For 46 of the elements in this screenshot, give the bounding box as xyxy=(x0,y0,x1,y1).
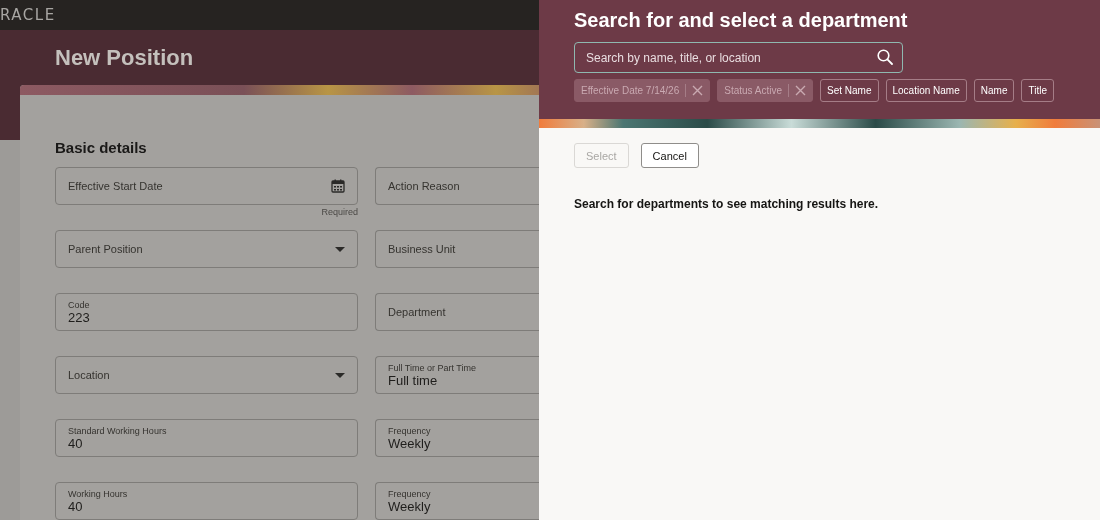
field-label: Frequency xyxy=(388,425,432,436)
field-label: Effective Start Date xyxy=(68,180,164,192)
input-field[interactable]: Frequency Weekly xyxy=(375,419,539,457)
page-title: New Position xyxy=(55,45,194,71)
field-value: Weekly xyxy=(388,498,432,514)
input-field[interactable]: Frequency Weekly xyxy=(375,482,539,520)
input-field[interactable]: Action Reason xyxy=(375,167,539,205)
helper-text: Required xyxy=(321,207,358,217)
field-label: Frequency xyxy=(388,488,432,499)
caret-icon xyxy=(335,246,345,252)
field-value: Full time xyxy=(388,372,439,388)
caret-icon xyxy=(335,372,345,378)
cancel-button[interactable]: Cancel xyxy=(640,143,699,168)
input-field[interactable]: Full Time or Part Time Full time xyxy=(375,356,539,394)
field-label: Standard Working Hours xyxy=(68,425,168,436)
filter-chip[interactable]: Location Name xyxy=(885,79,967,102)
field-label: Code xyxy=(68,299,91,310)
search-icon xyxy=(877,49,893,65)
field-value: 40 xyxy=(68,435,84,451)
filter-chip[interactable]: Title xyxy=(1021,79,1054,102)
field-label: Location xyxy=(68,369,111,381)
select-field[interactable]: Location xyxy=(55,356,358,394)
input-field[interactable]: Standard Working Hours 40 xyxy=(55,419,358,457)
field-label: Action Reason xyxy=(388,180,461,192)
date-field[interactable]: Effective Start Date xyxy=(55,167,358,205)
input-field[interactable]: Code 223 xyxy=(55,293,358,331)
field-label: Full Time or Part Time xyxy=(388,362,478,373)
field-label: Business Unit xyxy=(388,243,457,255)
search-field[interactable]: Search by name, title, or location xyxy=(574,42,903,73)
empty-message: Search for departments to see matching results here. xyxy=(574,197,880,211)
field-value: 223 xyxy=(68,309,91,325)
filter-chip[interactable]: Name xyxy=(973,79,1015,102)
field-label: Working Hours xyxy=(68,488,129,499)
field-value: Weekly xyxy=(388,435,432,451)
brand-logo: RACLE xyxy=(0,6,56,24)
select-field[interactable]: Parent Position xyxy=(55,230,358,268)
input-field[interactable]: Department xyxy=(375,293,539,331)
field-value: 40 xyxy=(68,498,83,514)
filter-chip[interactable]: Set Name xyxy=(820,79,879,102)
panel-title: Search for and select a department xyxy=(574,9,909,32)
field-label: Department xyxy=(388,306,447,318)
calendar-icon xyxy=(331,179,345,193)
input-field[interactable]: Working Hours 40 xyxy=(55,482,358,520)
section-heading: Basic details xyxy=(55,139,148,156)
input-field[interactable]: Business Unit xyxy=(375,230,539,268)
field-label: Parent Position xyxy=(68,243,144,255)
